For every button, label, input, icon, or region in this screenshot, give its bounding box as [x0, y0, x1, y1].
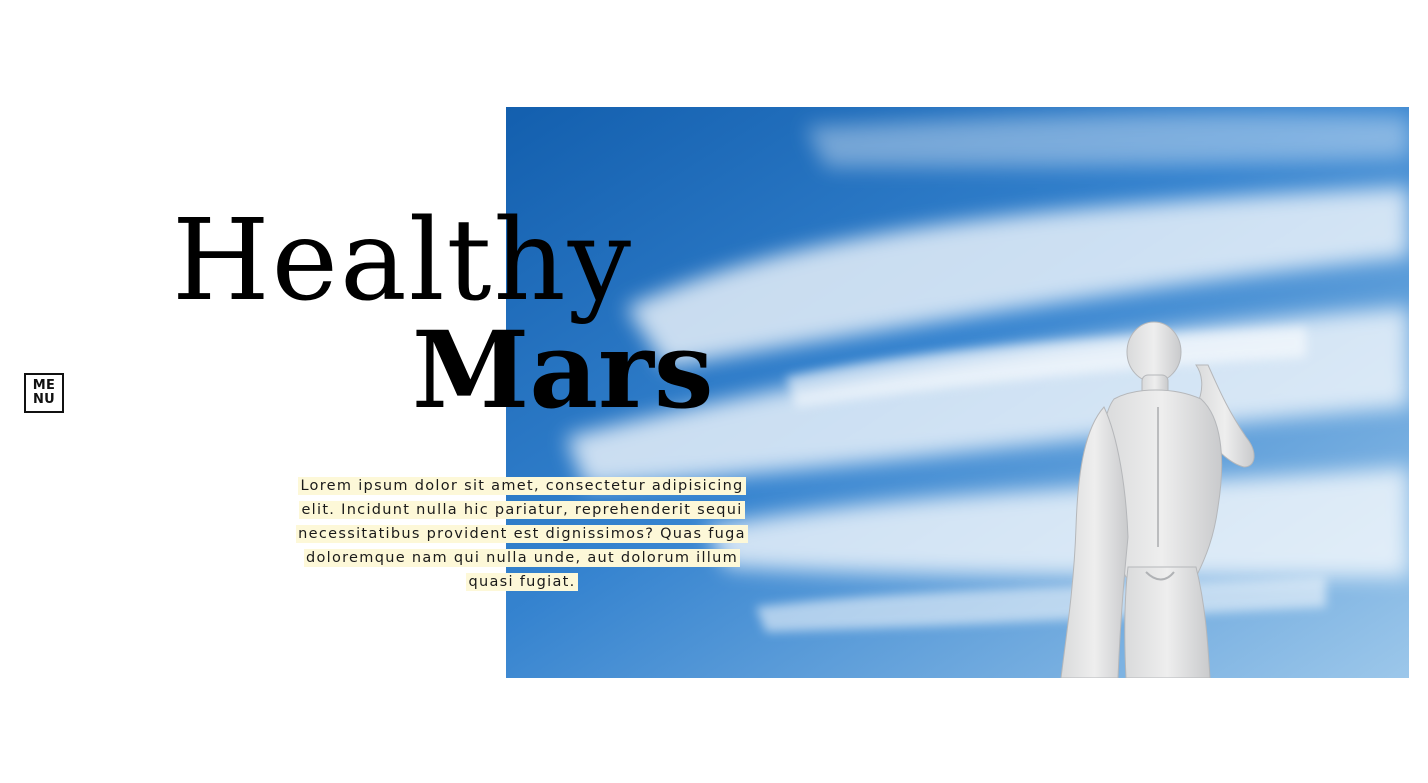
hero-lede-text: Lorem ipsum dolor sit amet, consectetur …: [296, 477, 748, 591]
hero-title-line2: Mars: [412, 307, 714, 432]
hero-lede: Lorem ipsum dolor sit amet, consectetur …: [282, 474, 762, 594]
menu-label-line1: ME: [32, 378, 56, 393]
menu-label-line2: NU: [32, 392, 56, 407]
menu-button[interactable]: ME NU: [24, 373, 64, 413]
